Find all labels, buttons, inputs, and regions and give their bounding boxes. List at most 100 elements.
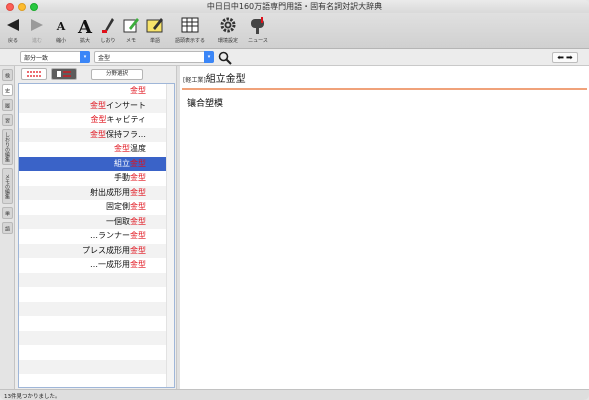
svg-text:A: A [77, 17, 93, 34]
side-tab-history[interactable]: 史 [2, 84, 13, 96]
entry-divider [182, 88, 587, 90]
empty-list-row [19, 374, 166, 389]
svg-text:A: A [56, 20, 66, 32]
list-item-prefix: 一個取 [106, 216, 130, 226]
list-item-match: 金型 [130, 187, 146, 197]
news-button[interactable]: ニュース [244, 15, 272, 48]
empty-list-row [19, 345, 166, 360]
enlarge-text-button[interactable]: A 拡大 [76, 15, 94, 48]
list-item-match: 金型 [90, 100, 106, 110]
app-window: 中日日中160万語専門用語・固有名詞対訳大辞典 戻る 進む A 縮小 A 拡大 [0, 0, 589, 400]
side-tab-strip: 検 史 履 習 しおりの編集 メモの編集 単 語 [0, 66, 15, 389]
search-query-value: 金型 [98, 55, 111, 62]
bookmark-label: しおり [100, 38, 116, 44]
match-mode-value: 部分一致 [24, 55, 49, 62]
wordbook-icon [146, 15, 164, 35]
list-item-prefix: 射出成形用 [90, 187, 130, 197]
show-words-button[interactable]: 語頭表示する [172, 15, 208, 48]
left-arrow-icon[interactable]: ⬅ [557, 53, 564, 62]
list-item[interactable]: 金型インサート [19, 98, 166, 113]
side-tab-word[interactable]: 単 [2, 207, 13, 219]
vertical-scrollbar[interactable] [166, 84, 174, 387]
list-item-suffix: インサート [106, 100, 146, 110]
list-item[interactable]: 手動金型 [19, 171, 166, 186]
search-input[interactable]: 金型 ▾ [94, 51, 214, 63]
list-item[interactable]: プレス成形用金型 [19, 243, 166, 258]
match-mode-select[interactable]: 部分一致 ▾ [20, 51, 90, 63]
list-item[interactable]: 射出成形用金型 [19, 185, 166, 200]
right-arrow-icon[interactable]: ➡ [566, 53, 573, 62]
list-item[interactable]: 金型キャビティ [19, 113, 166, 128]
news-label: ニュース [248, 38, 268, 44]
grid-table-icon [181, 15, 199, 35]
list-item-prefix: プレス成形用 [82, 245, 130, 255]
side-tab-bookmark-edit[interactable]: しおりの編集 [2, 129, 13, 165]
list-item[interactable]: 金型 [19, 84, 166, 99]
window-title: 中日日中160万語専門用語・固有名詞対訳大辞典 [206, 2, 383, 11]
field-tag: [軽工業] [183, 77, 206, 84]
back-button[interactable]: 戻る [5, 15, 21, 48]
search-button[interactable] [218, 50, 232, 65]
list-item[interactable]: 金型温度 [19, 142, 166, 157]
toolbar: 戻る 進む A 縮小 A 拡大 しおり メモ 単語 語頭表示する 環境設定 ニュ… [0, 13, 589, 49]
list-item-match: 金型 [130, 86, 146, 95]
status-bar: 13件見つかりました。 [0, 389, 589, 400]
title-bar: 中日日中160万語専門用語・固有名詞対訳大辞典 [0, 0, 589, 13]
list-item-match: 金型 [114, 144, 130, 153]
back-arrow-icon [6, 15, 20, 35]
list-item-match: 金型 [130, 245, 146, 255]
list-tools: 分野選択 [16, 66, 176, 83]
forward-label: 進む [31, 38, 42, 44]
large-letter-a-icon: A [77, 15, 93, 35]
entry-heading: [軽工業]組立金型 [183, 70, 246, 85]
empty-list-row [19, 359, 166, 374]
chevron-down-icon: ▾ [80, 51, 90, 63]
forward-button[interactable]: 進む [29, 15, 45, 48]
side-tab-search[interactable]: 検 [2, 69, 13, 81]
list-item-prefix: …ランナー [90, 231, 130, 240]
settings-label: 環境設定 [217, 38, 238, 44]
grouped-view-button[interactable] [51, 68, 77, 80]
enlarge-label: 拡大 [79, 38, 90, 44]
list-item[interactable]: …ランナー金型 [19, 229, 166, 244]
settings-button[interactable]: 環境設定 [213, 15, 243, 48]
list-item-match: 金型 [130, 216, 146, 226]
show-words-label: 語頭表示する [174, 38, 205, 44]
result-list-panel: 分野選択 金型 金型インサート 金型キャビティ 金型保持フラ… 金型温度 組立金型 手動金型… [16, 66, 176, 389]
bookmark-button[interactable]: しおり [99, 15, 117, 48]
wordbook-button[interactable]: 単語 [145, 15, 165, 48]
list-item-prefix: …一成形用 [90, 260, 130, 269]
entry-translation: 镶合塑模 [187, 99, 224, 109]
list-item[interactable]: 固定側金型 [19, 200, 166, 215]
history-nav-buttons[interactable]: ⬅ ➡ [552, 52, 578, 63]
forward-arrow-icon [30, 15, 44, 35]
list-item-match: 金型 [90, 129, 106, 139]
field-select-button[interactable]: 分野選択 [91, 69, 143, 80]
list-item[interactable]: 金型保持フラ… [19, 127, 166, 142]
entry-headword: 組立金型 [205, 74, 246, 85]
shrink-label: 縮小 [55, 38, 66, 44]
list-lines-icon [27, 71, 41, 77]
list-view-button[interactable] [21, 68, 47, 80]
back-label: 戻る [7, 38, 18, 44]
list-item-prefix: 固定側 [106, 202, 130, 211]
list-item-match: 金型 [130, 202, 146, 211]
shrink-text-button[interactable]: A 縮小 [53, 15, 69, 48]
list-item-suffix: 保持フラ… [106, 129, 146, 139]
list-item-match: 金型 [90, 115, 107, 124]
side-tab-vocab[interactable]: 語 [2, 222, 13, 234]
side-tab-log[interactable]: 履 [2, 99, 13, 111]
search-icon [218, 51, 232, 65]
list-item[interactable]: 一個取金型 [19, 214, 166, 229]
entry-content: [軽工業]組立金型 镶合塑模 [180, 66, 589, 389]
list-item[interactable]: 組立金型 [19, 156, 166, 171]
side-tab-learn[interactable]: 習 [2, 114, 13, 126]
wordbook-label: 単語 [149, 38, 160, 44]
result-list: 金型 金型インサート 金型キャビティ 金型保持フラ… 金型温度 組立金型 手動金型 射出成形用… [18, 83, 175, 388]
memo-button[interactable]: メモ [122, 15, 140, 48]
side-tab-memo-edit[interactable]: メモの編集 [2, 168, 13, 204]
list-item[interactable]: …一成形用金型 [19, 258, 166, 273]
empty-list-row [19, 301, 166, 316]
memo-label: メモ [125, 38, 136, 44]
grouped-lines-icon [57, 71, 71, 77]
